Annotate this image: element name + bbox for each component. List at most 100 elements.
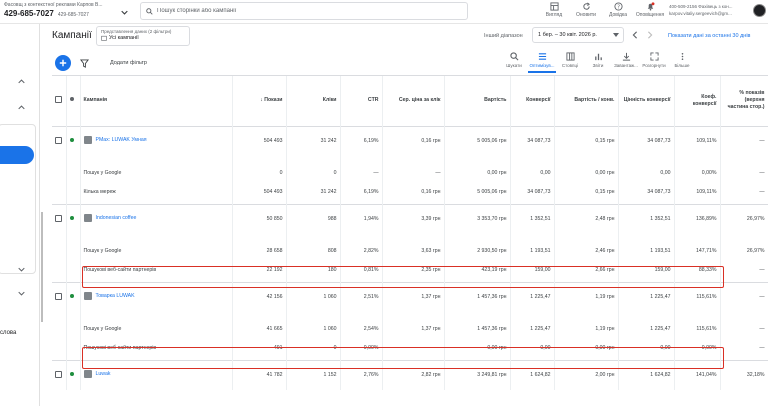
row-checkbox-cell[interactable] xyxy=(52,281,67,312)
conv-value-cell: 34 087,73 xyxy=(618,180,675,204)
chevron-up-icon[interactable] xyxy=(18,104,25,111)
column-header-impressions[interactable]: ↓ Покази xyxy=(232,76,287,126)
help-icon: ? xyxy=(613,2,623,11)
search-campaign-icon xyxy=(83,370,92,379)
chevron-down-icon[interactable] xyxy=(18,266,25,273)
cost-cell: 3 353,70 грн xyxy=(444,203,511,234)
network-name: Пошук у Google xyxy=(80,312,233,336)
row-checkbox-cell[interactable] xyxy=(52,359,67,390)
column-header-conversions[interactable]: Конверсії xyxy=(510,76,555,126)
spacer-cell xyxy=(66,258,81,282)
sidebar-item-selected[interactable] xyxy=(0,146,34,164)
cost-cell: 0,00 грн xyxy=(444,156,511,180)
table-row-campaign[interactable]: PMax: LUWAK Умная 504 493 31 242 6,19% 0… xyxy=(52,125,768,156)
toolbar-segment[interactable]: Оптимізув... xyxy=(528,52,556,73)
chevron-up-icon[interactable] xyxy=(18,78,25,85)
help-button[interactable]: ? Довідка xyxy=(602,2,634,18)
campaign-link[interactable]: Indonesian coffee xyxy=(83,214,136,223)
header-checkbox[interactable] xyxy=(52,76,67,126)
last-30-days-link[interactable]: Показати дані за останні 30 днів xyxy=(668,33,750,39)
column-header-cost[interactable]: Вартість xyxy=(444,76,511,126)
conversions-cell: 34 087,73 xyxy=(510,125,555,156)
top-impr-cell: — xyxy=(720,156,768,180)
toolbar-reports[interactable]: Звіти xyxy=(584,52,612,73)
top-impr-cell: — xyxy=(720,336,768,360)
toolbar-expand[interactable]: Розгорнути xyxy=(640,52,668,73)
highlight-box xyxy=(82,266,724,288)
toolbar-more[interactable]: Більше xyxy=(668,52,696,73)
top-impr-cell: — xyxy=(720,312,768,336)
columns-icon xyxy=(565,52,575,61)
view-preset-selector[interactable]: Представлення даних (2 фільтри) Усі камп… xyxy=(96,26,190,46)
toolbar-search[interactable]: Шукати xyxy=(500,52,528,73)
select-all-checkbox[interactable] xyxy=(55,95,62,103)
clicks-cell: 31 242 xyxy=(286,125,341,156)
chevron-down-icon[interactable] xyxy=(18,290,25,297)
chevron-down-icon[interactable] xyxy=(121,9,128,16)
account-name: Фасовщ з контекстної реклами Карпов В... xyxy=(4,2,103,8)
row-checkbox[interactable] xyxy=(55,136,62,144)
more-icon xyxy=(681,52,683,61)
cost-per-conv-cell: 0,00 грн xyxy=(554,156,619,180)
pmax-campaign-icon xyxy=(83,136,92,145)
account-selector[interactable]: Фасовщ з контекстної реклами Карпов В...… xyxy=(4,2,134,18)
sidebar-scrollbar[interactable] xyxy=(41,212,43,322)
cost-per-conv-cell: 0,15 грн xyxy=(554,125,619,156)
campaign-link[interactable]: PMax: LUWAK Умная xyxy=(83,136,147,145)
search-campaign-icon xyxy=(83,292,92,301)
column-header-campaign[interactable]: Кампанія xyxy=(80,76,233,126)
spacer-cell xyxy=(66,234,81,258)
filter-icon[interactable] xyxy=(80,59,89,68)
column-header-avg-cpc[interactable]: Сер. ціна за клік xyxy=(382,76,445,126)
column-header-ctr[interactable]: CTR xyxy=(340,76,383,126)
add-campaign-button[interactable] xyxy=(55,55,71,71)
user-line-1: 400-509-2156 Фахівець з кон... xyxy=(669,4,733,9)
notifications-button[interactable]: Оповіщення xyxy=(634,2,666,18)
conv-value-cell: 1 225,47 xyxy=(618,312,675,336)
ctr-cell: 6,19% xyxy=(340,125,383,156)
search-input[interactable] xyxy=(157,8,437,14)
avatar[interactable] xyxy=(753,4,766,17)
conversions-cell: 0,00 xyxy=(510,156,555,180)
conv-rate-cell: 109,11% xyxy=(674,125,721,156)
row-checkbox[interactable] xyxy=(55,214,62,222)
cost-per-conv-cell: 1,19 грн xyxy=(554,312,619,336)
date-range-label: Інший діапазон xyxy=(484,33,523,39)
top-impr-cell: — xyxy=(720,125,768,156)
cost-cell: 5 005,06 грн xyxy=(444,180,511,204)
conv-rate-cell: 136,89% xyxy=(674,203,721,234)
campaign-cell: PMax: LUWAK Умная xyxy=(80,125,233,156)
notifications-label: Оповіщення xyxy=(635,12,665,18)
refresh-button[interactable]: Оновити xyxy=(570,2,602,18)
view-button[interactable]: Вигляд xyxy=(538,2,570,18)
spacer-cell xyxy=(52,312,67,336)
dropdown-caret-icon xyxy=(613,33,619,37)
conv-value-cell: 34 087,73 xyxy=(618,125,675,156)
chevron-left-icon[interactable] xyxy=(631,31,639,39)
column-header-clicks[interactable]: Кліки xyxy=(286,76,341,126)
spacer-cell xyxy=(52,234,67,258)
date-range-picker[interactable]: 1 бер. – 30 квіт. 2026 р. xyxy=(532,27,624,43)
row-checkbox-cell[interactable] xyxy=(52,203,67,234)
column-header-conv-rate[interactable]: Коеф. конверсії xyxy=(674,76,721,126)
row-checkbox[interactable] xyxy=(55,370,62,378)
sidebar-item-keywords[interactable]: слова xyxy=(0,330,16,336)
user-info[interactable]: 400-509-2156 Фахівець з кон... karpov.vi… xyxy=(669,3,751,17)
campaign-link[interactable]: Товарка LUWAK xyxy=(83,292,135,301)
chevron-right-icon[interactable] xyxy=(646,31,654,39)
segment-icon xyxy=(538,53,546,60)
row-checkbox[interactable] xyxy=(55,292,62,300)
column-header-conv-value[interactable]: Цінність конверсії xyxy=(618,76,675,126)
row-checkbox-cell[interactable] xyxy=(52,125,67,156)
table-row-campaign[interactable]: Indonesian coffee 50 850 988 1,94% 3,39 … xyxy=(52,203,768,234)
toolbar-download[interactable]: Завантаж... xyxy=(612,52,640,73)
add-filter-button[interactable]: Додати фільтр xyxy=(110,60,147,66)
column-header-top-impr[interactable]: % показів (верхня частина стор.) xyxy=(720,76,768,126)
column-header-cost-per-conv[interactable]: Вартість / конв. xyxy=(554,76,619,126)
campaign-link[interactable]: Luwak xyxy=(83,370,111,379)
status-dot-icon xyxy=(69,216,74,221)
search-box[interactable] xyxy=(140,2,468,20)
toolbar-columns[interactable]: Стовпці xyxy=(556,52,584,73)
account-id: 429-685-7027 xyxy=(4,9,54,18)
refresh-label: Оновити xyxy=(576,12,596,18)
